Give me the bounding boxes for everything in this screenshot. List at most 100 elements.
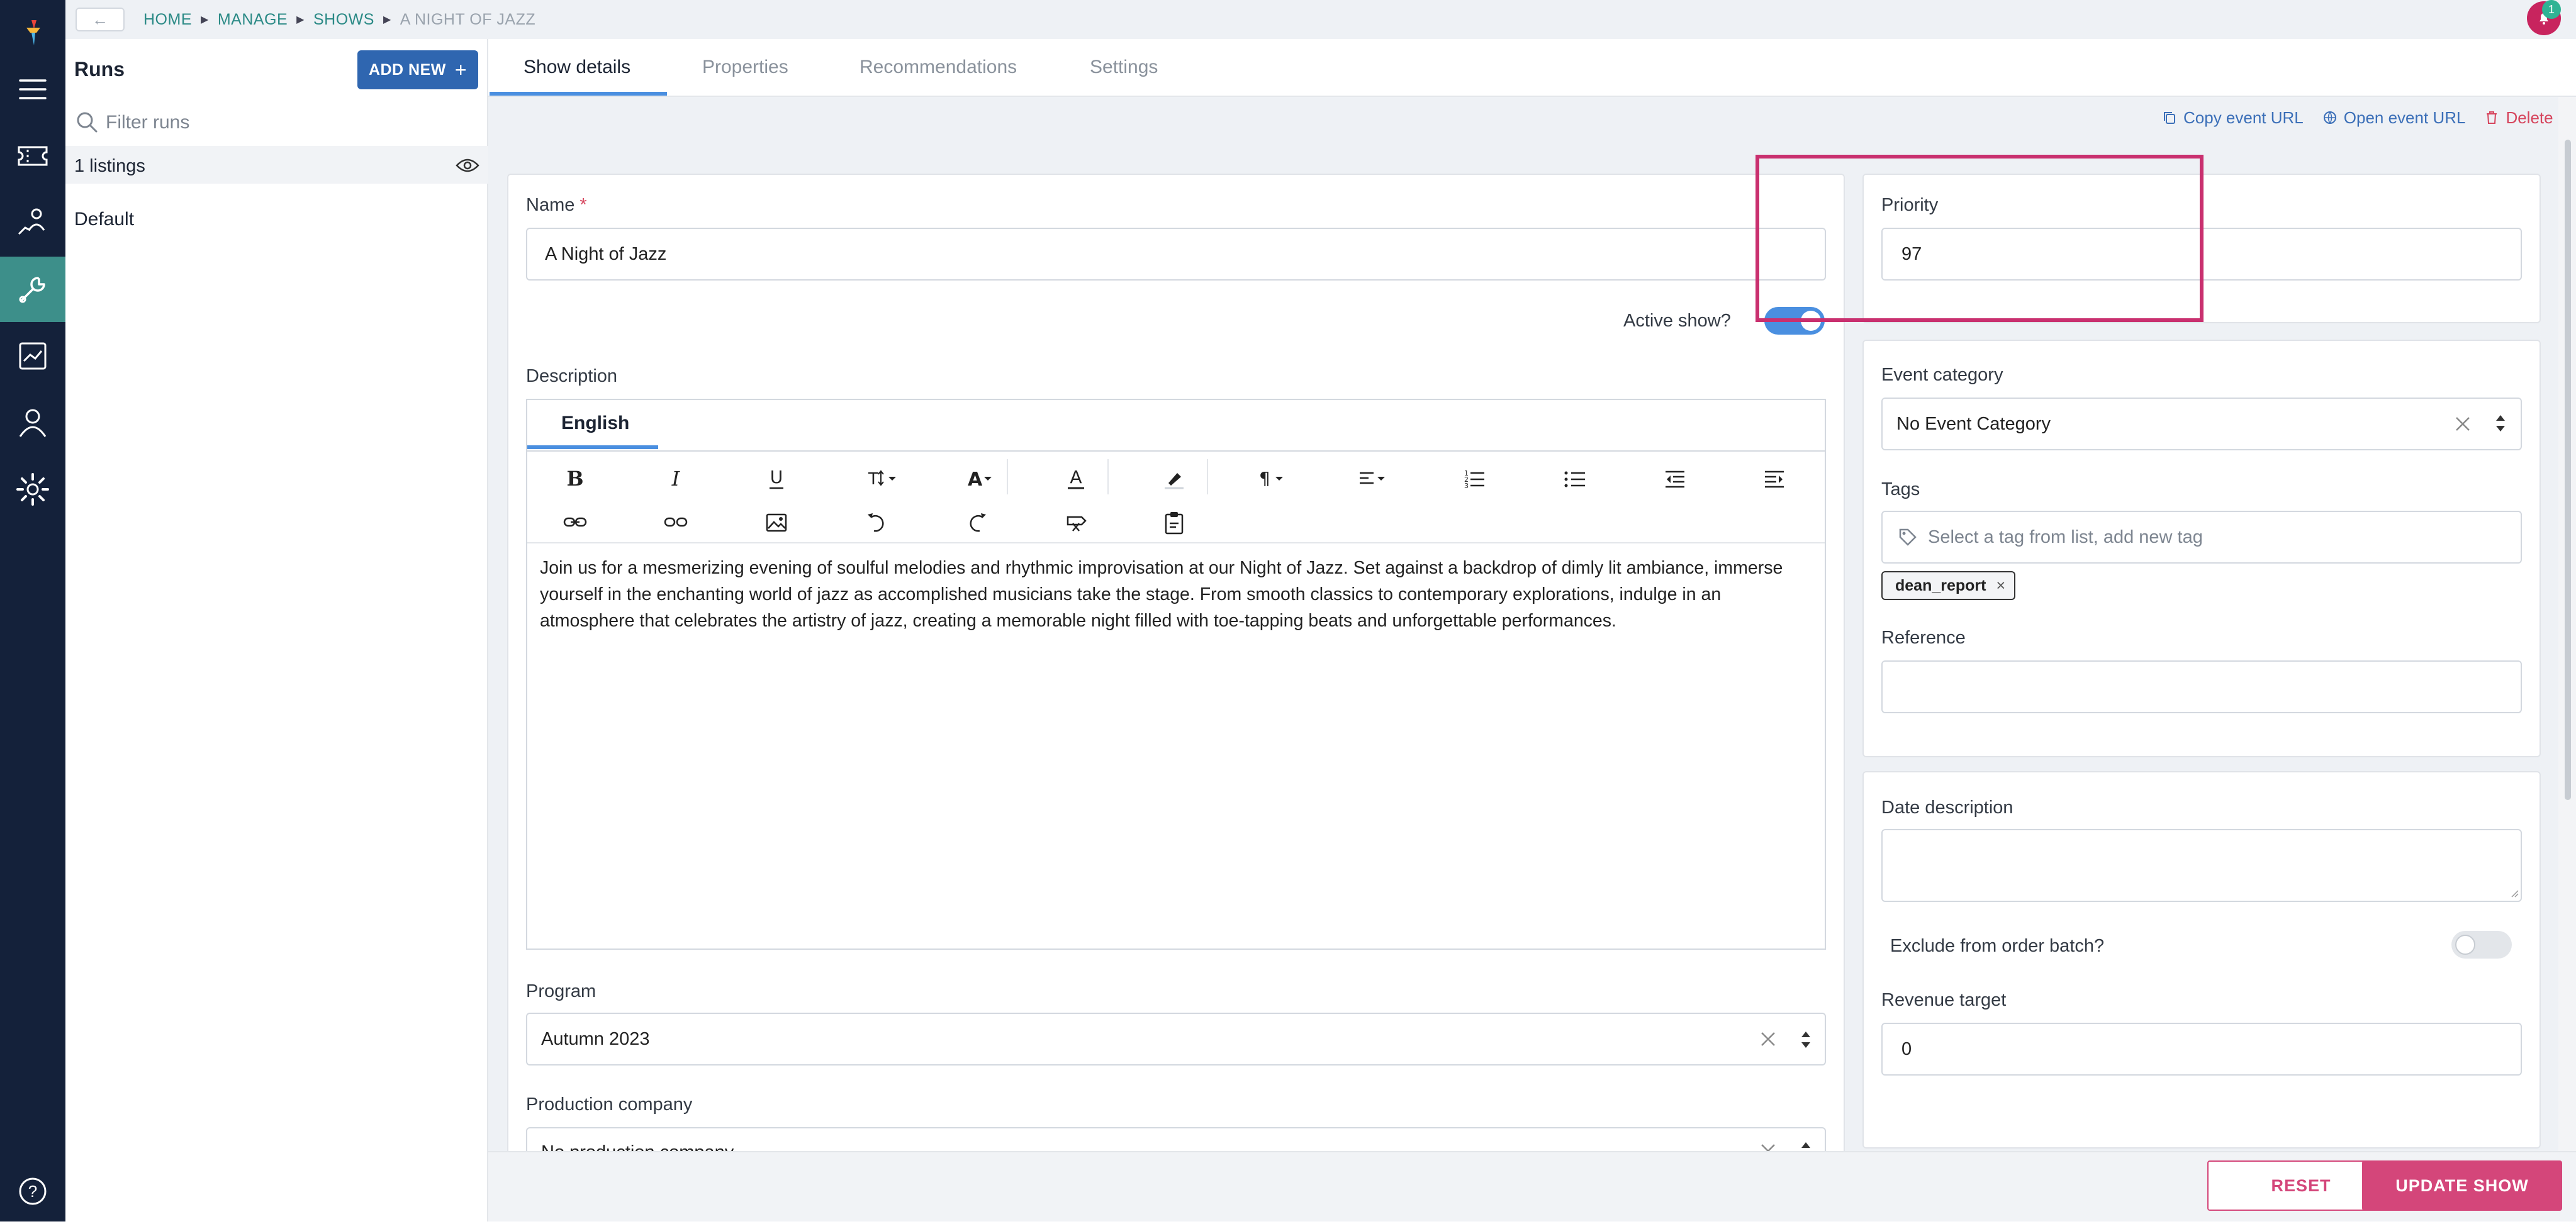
breadcrumb-separator-icon: ▶ xyxy=(201,14,209,25)
highlight-icon[interactable] xyxy=(1155,463,1193,494)
exclude-batch-label: Exclude from order batch? xyxy=(1890,936,2105,956)
breadcrumb-separator-icon: ▶ xyxy=(296,14,305,25)
bold-icon[interactable]: B xyxy=(556,463,594,494)
revenue-target-input[interactable]: 0 xyxy=(1881,1023,2522,1076)
copy-event-url-link[interactable]: Copy event URL xyxy=(2162,107,2304,128)
paragraph-icon[interactable]: ¶ xyxy=(1253,463,1297,494)
language-tabs xyxy=(526,399,1826,452)
select-arrows-icon xyxy=(2496,415,2505,431)
clear-icon[interactable] xyxy=(1758,1029,1778,1049)
search-icon xyxy=(74,109,99,135)
add-new-button[interactable]: ADD NEW + xyxy=(357,50,478,89)
svg-text:B: B xyxy=(566,467,583,491)
image-icon[interactable] xyxy=(758,507,795,538)
text-color-icon[interactable]: A xyxy=(1057,463,1095,494)
indent-icon[interactable] xyxy=(1756,463,1793,494)
help-icon[interactable]: ? xyxy=(0,1159,65,1224)
name-input[interactable]: A Night of Jazz xyxy=(526,228,1826,281)
svg-text:U: U xyxy=(770,467,783,487)
font-size-icon[interactable]: T xyxy=(858,463,909,494)
tab-show-details[interactable]: Show details xyxy=(524,57,630,78)
breadcrumb-current: A NIGHT OF JAZZ xyxy=(400,10,536,28)
left-nav: ? xyxy=(0,0,65,1221)
tag-icon xyxy=(1899,528,1917,546)
svg-text:?: ? xyxy=(28,1182,37,1201)
back-button[interactable]: ← xyxy=(76,8,125,31)
unlink-icon[interactable] xyxy=(657,507,695,538)
tabs-bar xyxy=(488,39,2576,97)
tab-language-english[interactable]: English xyxy=(561,413,629,434)
toolbar-divider xyxy=(1207,459,1208,494)
reference-input[interactable] xyxy=(1881,660,2522,713)
copy-event-url-label: Copy event URL xyxy=(2183,108,2304,127)
tags-label: Tags xyxy=(1881,479,1920,499)
toolbar-divider xyxy=(527,542,1825,543)
bullet-list-icon[interactable] xyxy=(1557,463,1594,494)
tag-chip[interactable]: dean_report × xyxy=(1881,571,2016,600)
reports-icon[interactable] xyxy=(0,323,65,389)
outdent-icon[interactable] xyxy=(1656,463,1694,494)
program-select[interactable]: Autumn 2023 xyxy=(526,1013,1826,1065)
active-tab-indicator xyxy=(490,92,667,96)
redo-icon[interactable] xyxy=(958,507,995,538)
tags-input[interactable]: Select a tag from list, add new tag xyxy=(1881,511,2522,564)
breadcrumb-shows[interactable]: SHOWS xyxy=(313,11,374,29)
scrollbar-thumb[interactable] xyxy=(2565,140,2571,800)
tab-recommendations[interactable]: Recommendations xyxy=(860,57,1017,78)
resize-handle-icon[interactable] xyxy=(2511,889,2519,898)
font-family-icon[interactable]: A xyxy=(958,463,1008,494)
listings-count: 1 listings xyxy=(74,156,145,176)
logo-icon[interactable] xyxy=(0,0,65,65)
svg-text:T: T xyxy=(868,470,878,489)
globe-icon xyxy=(2323,111,2336,124)
event-category-label: Event category xyxy=(1881,365,2003,385)
clear-icon[interactable] xyxy=(2453,414,2473,434)
toolbar-divider xyxy=(1107,459,1109,494)
user-icon[interactable] xyxy=(0,390,65,455)
open-event-url-label: Open event URL xyxy=(2343,108,2466,127)
date-description-label: Date description xyxy=(1881,798,2013,818)
underline-icon[interactable]: U xyxy=(758,463,795,494)
highlight-box xyxy=(1756,155,2204,322)
trash-icon xyxy=(2487,111,2497,124)
runs-title: Runs xyxy=(74,58,125,81)
breadcrumb-manage[interactable]: MANAGE xyxy=(218,11,288,29)
tools-icon[interactable] xyxy=(0,257,65,322)
settings-icon[interactable] xyxy=(0,457,65,522)
open-event-url-link[interactable]: Open event URL xyxy=(2322,107,2466,128)
run-item-default[interactable]: Default xyxy=(74,209,134,230)
customers-icon[interactable] xyxy=(0,190,65,255)
description-label: Description xyxy=(526,366,618,386)
clear-format-icon[interactable] xyxy=(1057,507,1095,538)
update-show-button[interactable]: UPDATE SHOW xyxy=(2362,1160,2562,1211)
breadcrumb-separator-icon: ▶ xyxy=(383,14,391,25)
language-tab-indicator xyxy=(527,445,658,449)
remove-tag-icon[interactable]: × xyxy=(1996,577,2005,595)
date-description-textarea[interactable] xyxy=(1881,829,2522,902)
tickets-icon[interactable] xyxy=(0,123,65,189)
description-text[interactable]: Join us for a mesmerizing evening of sou… xyxy=(540,555,1817,634)
eye-icon[interactable] xyxy=(456,156,479,175)
ordered-list-icon[interactable]: 123 xyxy=(1456,463,1494,494)
tab-properties[interactable]: Properties xyxy=(702,57,788,78)
italic-icon[interactable]: I xyxy=(657,463,695,494)
tab-settings[interactable]: Settings xyxy=(1090,57,1158,78)
event-category-select[interactable]: No Event Category xyxy=(1881,398,2522,450)
delete-link[interactable]: Delete xyxy=(2484,107,2553,128)
link-icon[interactable] xyxy=(556,507,594,538)
svg-text:A: A xyxy=(1070,467,1082,487)
paste-icon[interactable] xyxy=(1155,507,1193,538)
svg-text:3: 3 xyxy=(1464,482,1469,490)
exclude-batch-toggle[interactable] xyxy=(2451,931,2512,959)
undo-icon[interactable] xyxy=(858,507,896,538)
program-label: Program xyxy=(526,981,596,1001)
filter-runs-input[interactable] xyxy=(104,107,476,138)
dates-card xyxy=(1862,771,2541,1149)
menu-icon[interactable] xyxy=(0,57,65,122)
breadcrumb-home[interactable]: HOME xyxy=(143,11,192,29)
plus-icon: + xyxy=(454,58,468,81)
toolbar-divider xyxy=(1007,459,1008,494)
align-icon[interactable] xyxy=(1353,463,1397,494)
name-label: Name * xyxy=(526,195,587,215)
svg-text:I: I xyxy=(671,467,681,491)
